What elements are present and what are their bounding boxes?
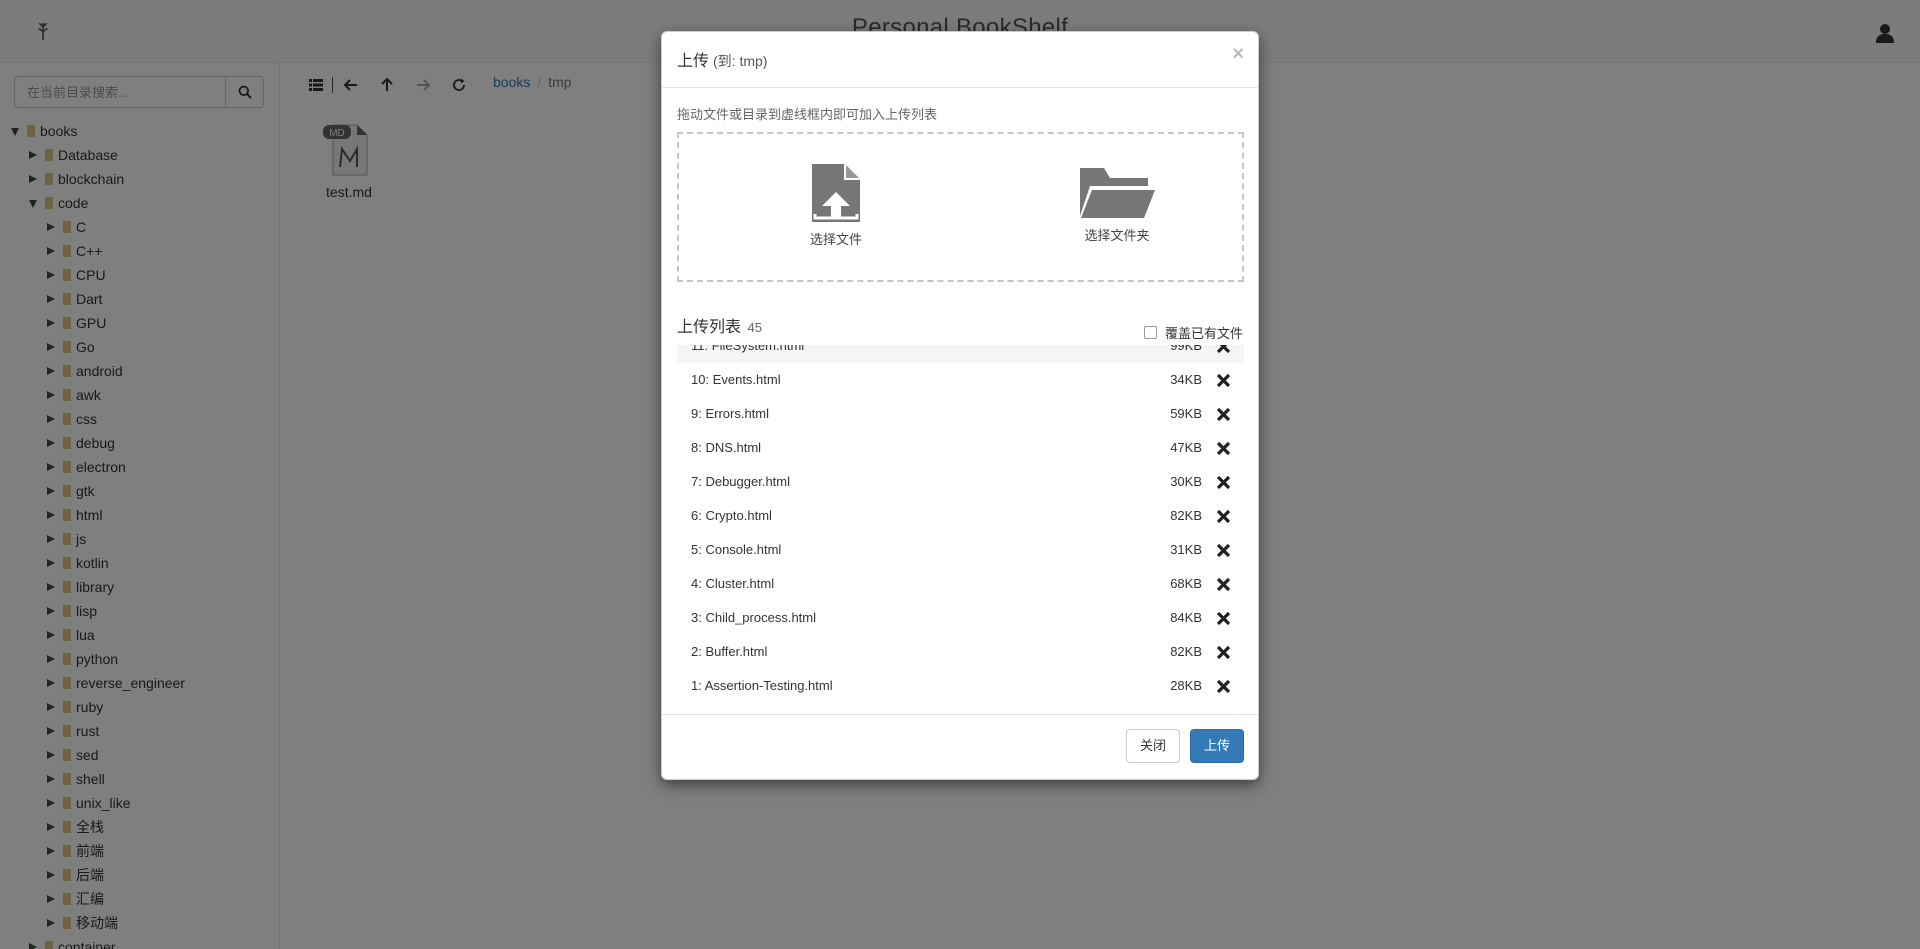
upload-file-name: 7: Debugger.html (691, 474, 791, 489)
upload-list-item: 1: Assertion-Testing.html 28KB (677, 669, 1244, 703)
upload-file-name: 10: Events.html (691, 372, 781, 387)
upload-file-size: 59KB (1170, 406, 1202, 421)
choose-file-button[interactable]: 选择文件 (781, 162, 891, 248)
upload-file-size: 30KB (1170, 474, 1202, 489)
upload-dialog: 上传 (到: tmp) × 拖动文件或目录到虚线框内即可加入上传列表 选择文件 选… (661, 31, 1259, 780)
upload-list-item: 8: DNS.html 47KB (677, 431, 1244, 465)
upload-file-name: 9: Errors.html (691, 406, 770, 421)
upload-file-size: 82KB (1170, 644, 1202, 659)
upload-list-item: 10: Events.html 34KB (677, 363, 1244, 397)
upload-list-item: 2: Buffer.html 82KB (677, 635, 1244, 669)
remove-icon[interactable] (1217, 544, 1230, 557)
choose-file-label: 选择文件 (809, 232, 862, 247)
drop-hint: 拖动文件或目录到虚线框内即可加入上传列表 (677, 107, 938, 122)
upload-button[interactable]: 上传 (1190, 729, 1244, 763)
upload-list-title: 上传列表 (677, 319, 742, 336)
upload-file-name: 2: Buffer.html (691, 644, 768, 659)
remove-icon[interactable] (1217, 442, 1230, 455)
upload-file-name: 1: Assertion-Testing.html (691, 678, 833, 693)
upload-file-size: 84KB (1170, 610, 1202, 625)
upload-file-name: 5: Console.html (691, 542, 782, 557)
upload-count: 45 (747, 320, 762, 335)
upload-file-name: 3: Child_process.html (691, 610, 816, 625)
upload-file-size: 68KB (1170, 576, 1202, 591)
close-button[interactable]: 关闭 (1126, 729, 1180, 763)
choose-folder-label: 选择文件夹 (1084, 228, 1150, 243)
upload-file-name: 8: DNS.html (691, 440, 762, 455)
upload-list-item: 11: FileSystem.html 99KB (677, 345, 1244, 363)
upload-file-name: 4: Cluster.html (691, 576, 775, 591)
remove-icon[interactable] (1217, 680, 1230, 693)
upload-list-item: 5: Console.html 31KB (677, 533, 1244, 567)
remove-icon[interactable] (1217, 510, 1230, 523)
upload-file-name: 11: FileSystem.html (691, 345, 805, 353)
drop-zone[interactable]: 选择文件 选择文件夹 (677, 132, 1244, 282)
remove-icon[interactable] (1217, 646, 1230, 659)
overwrite-checkbox[interactable] (1143, 326, 1157, 339)
upload-file-size: 99KB (1170, 345, 1202, 353)
modal-title: 上传 (到: tmp) (677, 47, 767, 71)
folder-open-icon (1080, 168, 1155, 218)
modal-footer: 关闭 上传 (662, 714, 1258, 779)
remove-icon[interactable] (1217, 612, 1230, 625)
upload-list-item: 3: Child_process.html 84KB (677, 601, 1244, 635)
upload-list-item: 7: Debugger.html 30KB (677, 465, 1244, 499)
file-upload-icon (812, 164, 860, 222)
upload-list-item: 9: Errors.html 59KB (677, 397, 1244, 431)
modal-header: 上传 (到: tmp) × (662, 32, 1258, 88)
close-icon[interactable]: × (1232, 44, 1244, 64)
upload-list[interactable]: 11: FileSystem.html 99KB 10: Events.html 34… (677, 345, 1244, 733)
upload-list-item: 4: Cluster.html 68KB (677, 567, 1244, 601)
remove-icon[interactable] (1217, 476, 1230, 489)
modal-title-text: 上传 (677, 53, 710, 70)
upload-file-size: 82KB (1170, 508, 1202, 523)
remove-icon[interactable] (1217, 345, 1230, 353)
overwrite-option[interactable]: 覆盖已有文件 (1143, 323, 1243, 342)
upload-list-item: 6: Crypto.html 82KB (677, 499, 1244, 533)
remove-icon[interactable] (1217, 408, 1230, 421)
modal-subtitle: (到: tmp) (713, 53, 768, 69)
overwrite-label: 覆盖已有文件 (1164, 326, 1243, 341)
upload-list-header: 上传列表 45 (677, 313, 762, 337)
upload-file-size: 34KB (1170, 372, 1202, 387)
remove-icon[interactable] (1217, 374, 1230, 387)
remove-icon[interactable] (1217, 578, 1230, 591)
upload-file-size: 47KB (1170, 440, 1202, 455)
choose-folder-button[interactable]: 选择文件夹 (1062, 162, 1172, 244)
upload-file-size: 31KB (1170, 542, 1202, 557)
upload-file-name: 6: Crypto.html (691, 508, 772, 523)
upload-file-size: 28KB (1170, 678, 1202, 693)
